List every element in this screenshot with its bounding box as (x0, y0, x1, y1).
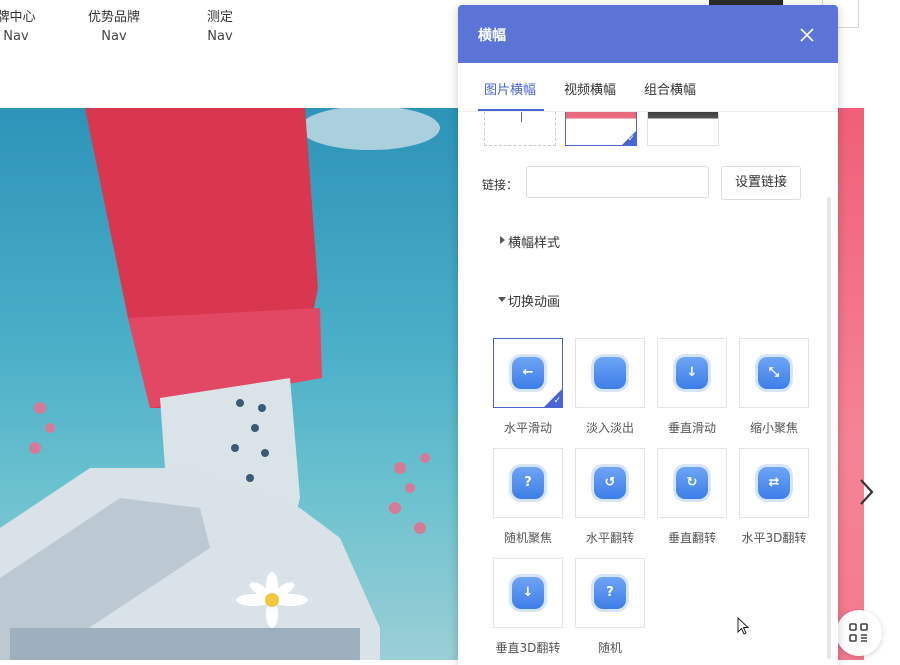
icon-glyph: ⤡ (768, 365, 780, 380)
icon-glyph: ↓ (686, 365, 698, 380)
animation-option-tile: ⤡ (739, 338, 809, 408)
nav-item-label: 牌中心 (0, 10, 36, 25)
icon-glyph: ← (522, 365, 534, 380)
animation-option-label: 水平翻转 (585, 531, 634, 545)
animation-option[interactable]: ⇄ 水平3D翻转 (739, 448, 809, 546)
animation-option-label: 淡入淡出 (585, 421, 634, 435)
icon-glyph: ? (524, 475, 532, 490)
mouse-cursor-icon (737, 617, 749, 635)
animation-option-tile: ? (493, 448, 563, 518)
animation-option-label: 水平滑动 (503, 421, 552, 435)
nav-item-label: 优势品牌 (87, 10, 140, 25)
nav-item-label: 测定 (206, 10, 233, 25)
animation-option-label: 随机聚焦 (503, 531, 552, 545)
animation-option-tile: ⇄ (739, 448, 809, 518)
image-thumbnail-selected[interactable]: ✓ (565, 112, 637, 146)
banner-type-tabs: 图片横幅 视频横幅 组合横幅 (458, 63, 838, 112)
animation-option-label: 垂直翻转 (667, 531, 716, 545)
caret-down-icon (498, 297, 506, 302)
nav-item-brand-center[interactable]: 牌中心 Nav (0, 8, 40, 46)
image-thumbnail[interactable] (647, 112, 719, 146)
close-icon[interactable] (800, 27, 814, 42)
random-icon: ? (594, 577, 626, 609)
caret-right-icon (500, 236, 505, 244)
arrow-down-icon: ↓ (676, 357, 708, 389)
nav-item-sub: Nav (101, 29, 127, 44)
icon-glyph: ? (606, 585, 614, 600)
banner-pink-edge (834, 108, 864, 660)
tab-image-banner[interactable]: 图片横幅 (484, 79, 536, 98)
text-cursor (521, 112, 522, 122)
panel-header: 横幅 (458, 5, 838, 63)
check-icon: ✓ (627, 134, 635, 144)
link-row: 链接： 设置链接 (482, 166, 822, 200)
animation-option[interactable]: ↓ 垂直3D翻转 (493, 558, 563, 656)
animation-option-tile: ↺ (575, 448, 645, 518)
animation-option-label: 缩小聚焦 (749, 421, 798, 435)
horizontal-flip-icon: ↺ (594, 467, 626, 499)
check-icon: ✓ (553, 396, 561, 406)
animation-option-tile (575, 338, 645, 408)
shrink-focus-icon: ⤡ (758, 357, 790, 389)
nav-item-test[interactable]: 测定 Nav (200, 8, 240, 46)
animation-option[interactable]: ? 随机聚焦 (493, 448, 563, 546)
animation-option-label: 随机 (597, 641, 622, 655)
set-link-button[interactable]: 设置链接 (721, 166, 801, 200)
image-thumbnails: ✓ (458, 112, 838, 152)
animation-option[interactable]: ⤡ 缩小聚焦 (739, 338, 809, 436)
animation-option[interactable]: ↻ 垂直翻转 (657, 448, 727, 546)
animation-option-label: 水平3D翻转 (741, 531, 807, 545)
grid-icon (849, 623, 868, 642)
animation-option-label: 垂直滑动 (667, 421, 716, 435)
apps-float-button[interactable] (836, 610, 882, 656)
icon-glyph: ↻ (686, 475, 698, 490)
section-label: 切换动画 (508, 295, 561, 310)
animation-option-tile: ← ✓ (493, 338, 563, 408)
link-input[interactable] (526, 166, 709, 198)
horizontal-3d-flip-icon: ⇄ (758, 467, 790, 499)
animation-option-label: 垂直3D翻转 (495, 641, 561, 655)
animation-option-tile: ↓ (657, 338, 727, 408)
nav-item-advantage-brand[interactable]: 优势品牌 Nav (82, 8, 146, 46)
animation-option-tile: ↓ (493, 558, 563, 628)
vertical-3d-flip-icon: ↓ (512, 577, 544, 609)
panel-title: 横幅 (478, 28, 506, 44)
icon-glyph: ⇄ (768, 475, 780, 490)
vertical-flip-icon: ↻ (676, 467, 708, 499)
next-slide-arrow-icon[interactable] (856, 476, 882, 508)
tab-video-banner[interactable]: 视频横幅 (564, 79, 616, 98)
animation-option[interactable]: 淡入淡出 (575, 338, 645, 436)
animation-option-tile: ↻ (657, 448, 727, 518)
icon-glyph: ↺ (604, 475, 616, 490)
animation-option[interactable]: ← ✓ 水平滑动 (493, 338, 563, 436)
active-tab-indicator (478, 109, 544, 111)
nav-item-sub: Nav (3, 29, 29, 44)
animation-option[interactable]: ↺ 水平翻转 (575, 448, 645, 546)
panel-scrollbar[interactable] (827, 197, 831, 659)
icon-glyph: ↓ (522, 585, 534, 600)
add-image-slot[interactable] (484, 112, 556, 146)
section-label: 横幅样式 (508, 236, 561, 251)
tab-combo-banner[interactable]: 组合横幅 (644, 79, 696, 98)
fade-icon (594, 357, 626, 389)
animation-option-tile: ? (575, 558, 645, 628)
animation-option[interactable]: ↓ 垂直滑动 (657, 338, 727, 436)
section-transition-animation[interactable]: 切换动画 (498, 291, 561, 310)
arrow-left-icon: ← (512, 357, 544, 389)
animation-option[interactable]: ? 随机 (575, 558, 645, 656)
link-label: 链接： (482, 178, 519, 192)
icon-glyph (594, 357, 626, 389)
nav-item-sub: Nav (207, 29, 233, 44)
section-banner-style[interactable]: 横幅样式 (500, 232, 561, 251)
random-focus-icon: ? (512, 467, 544, 499)
